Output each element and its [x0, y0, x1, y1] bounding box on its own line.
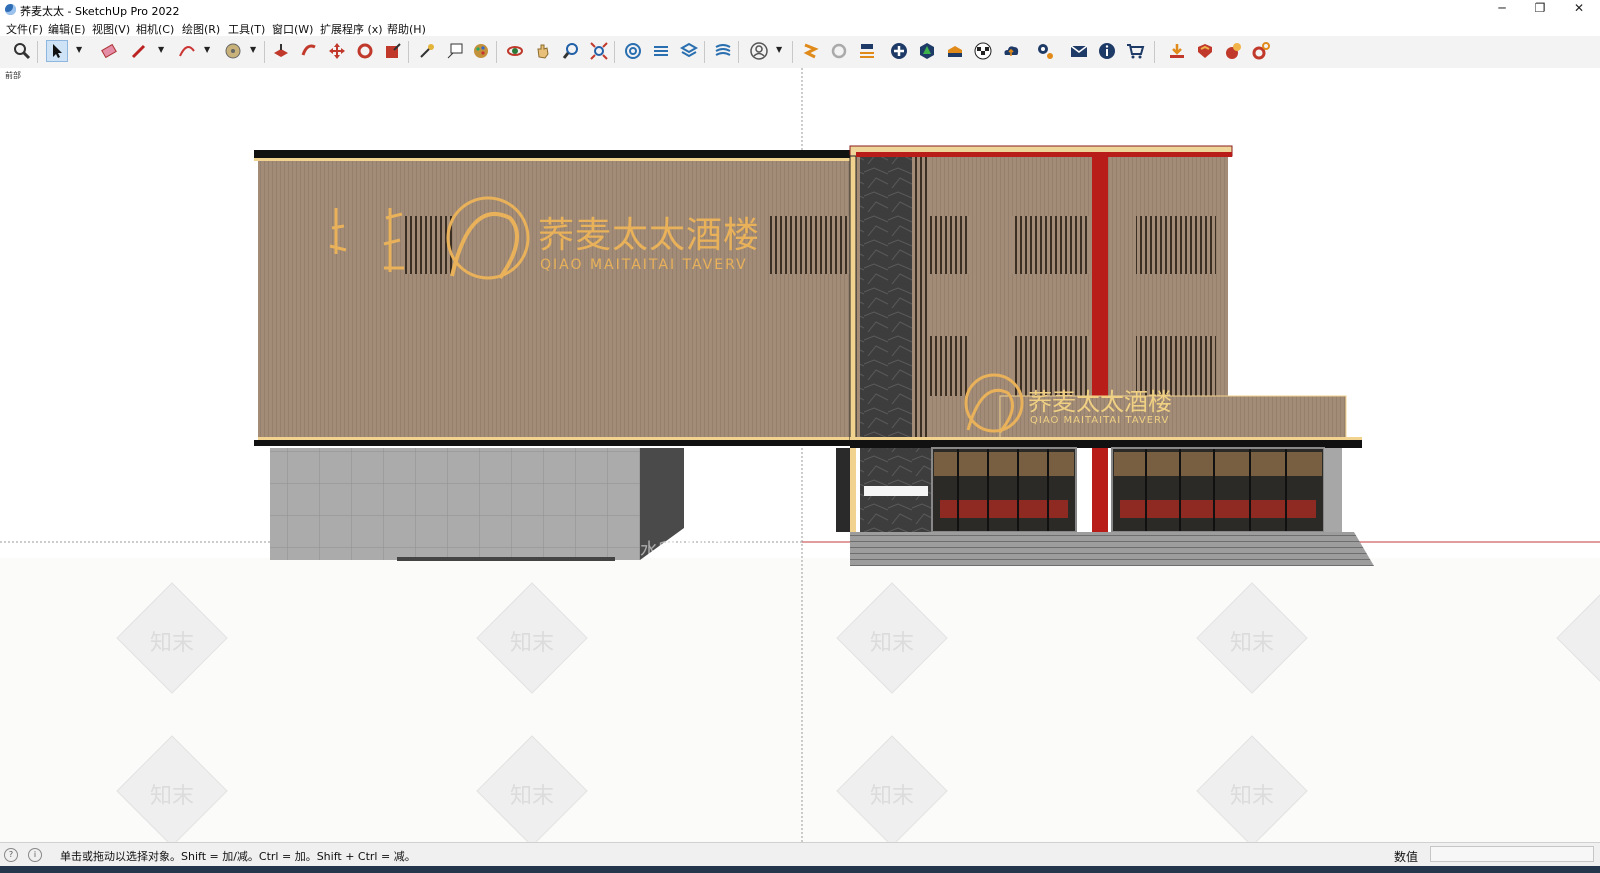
- ext-4-icon[interactable]: [944, 40, 966, 62]
- menu-help[interactable]: 帮助(H): [387, 21, 426, 37]
- pencil-icon[interactable]: [128, 40, 150, 62]
- sign-small-en: QIAO MAITAITAI TAVERV: [1030, 415, 1170, 426]
- watermark-text: 知末: [510, 784, 555, 809]
- mail-icon[interactable]: [1068, 40, 1090, 62]
- component-icon[interactable]: [622, 40, 644, 62]
- ext-refresh-icon[interactable]: [828, 40, 850, 62]
- overlay-caption: 水印部分影响: [640, 540, 748, 561]
- close-button[interactable]: ✕: [1561, 1, 1597, 18]
- chevron-down-icon[interactable]: ▼: [158, 46, 166, 54]
- watermark-text: 知末: [1230, 784, 1275, 809]
- cloud-icon[interactable]: [1000, 40, 1022, 62]
- text-icon[interactable]: [444, 40, 466, 62]
- menu-tools[interactable]: 工具(T): [228, 21, 265, 37]
- sandbox-icon[interactable]: [712, 40, 734, 62]
- menu-view[interactable]: 视图(V): [92, 21, 130, 37]
- status-hint: 单击或拖动以选择对象。Shift = 加/减。Ctrl = 加。Shift + …: [60, 850, 416, 863]
- minimize-button[interactable]: ─: [1484, 1, 1520, 18]
- ext-download-icon[interactable]: [1166, 40, 1188, 62]
- menu-draw[interactable]: 绘图(R): [182, 21, 220, 37]
- orbit-icon[interactable]: [504, 40, 526, 62]
- settings-icon[interactable]: [1034, 40, 1056, 62]
- drawing-viewport[interactable]: 荞麦太太酒楼 QIAO MAITAITAI TAVERV 荞麦太太酒楼 QIAO…: [0, 68, 1600, 842]
- sign-main-cn: 荞麦太太酒楼: [538, 215, 761, 256]
- follow-me-icon[interactable]: [298, 40, 320, 62]
- menu-camera[interactable]: 相机(C): [136, 21, 174, 37]
- menu-file[interactable]: 文件(F): [6, 21, 43, 37]
- sketchup-logo-icon: [5, 4, 16, 15]
- add-icon[interactable]: [888, 40, 910, 62]
- user-icon[interactable]: [748, 40, 770, 62]
- chevron-down-icon[interactable]: ▼: [250, 46, 258, 54]
- zoom-window-icon[interactable]: [560, 40, 582, 62]
- ext-3-icon[interactable]: [856, 40, 878, 62]
- ext-gear-icon[interactable]: [1250, 40, 1272, 62]
- ext-fire-icon[interactable]: [1222, 40, 1244, 62]
- watermark-text: 知末: [150, 631, 195, 656]
- push-pull-icon[interactable]: [270, 40, 292, 62]
- paint-icon[interactable]: [470, 40, 492, 62]
- measurements-label: 数值: [1394, 850, 1419, 864]
- checker-icon[interactable]: [972, 40, 994, 62]
- layer-icon[interactable]: [650, 40, 672, 62]
- eraser-icon[interactable]: [98, 40, 120, 62]
- info-icon[interactable]: [1096, 40, 1118, 62]
- sign-small-cn: 荞麦太太酒楼: [1028, 388, 1172, 416]
- watermark-text: 知末: [510, 631, 555, 656]
- layer-2-icon[interactable]: [678, 40, 700, 62]
- menu-bar: 文件(F) 编辑(E) 视图(V) 相机(C) 绘图(R) 工具(T) 窗口(W…: [0, 19, 1600, 36]
- select-icon[interactable]: [46, 40, 68, 62]
- rotate-icon[interactable]: [354, 40, 376, 62]
- sign-main-en: QIAO MAITAITAI TAVERV: [540, 257, 748, 273]
- status-bar: ? i 单击或拖动以选择对象。Shift = 加/减。Ctrl = 加。Shif…: [0, 842, 1600, 867]
- watermark-text: 知末: [870, 784, 915, 809]
- ext-1-icon[interactable]: [800, 40, 822, 62]
- menu-edit[interactable]: 编辑(E): [48, 21, 86, 37]
- chevron-down-icon[interactable]: ▼: [776, 46, 784, 54]
- zoom-extents-icon[interactable]: [588, 40, 610, 62]
- ext-shield-icon[interactable]: [1194, 40, 1216, 62]
- arc-icon[interactable]: [176, 40, 198, 62]
- restore-button[interactable]: ❐: [1522, 1, 1558, 18]
- geo-location-icon[interactable]: ?: [4, 848, 18, 862]
- window-title: 荞麦太太 - SketchUp Pro 2022: [20, 5, 180, 18]
- watermark-text: 知末: [150, 784, 195, 809]
- menu-window[interactable]: 窗口(W): [272, 21, 313, 37]
- scene-tab[interactable]: 前部: [5, 70, 21, 81]
- taskbar: [0, 866, 1600, 873]
- tree-icon[interactable]: [916, 40, 938, 62]
- menu-extensions[interactable]: 扩展程序 (x): [320, 21, 383, 37]
- tape-measure-icon[interactable]: [416, 40, 438, 62]
- title-bar: 荞麦太太 - SketchUp Pro 2022 ─ ❐ ✕: [0, 0, 1600, 19]
- watermark-text: 知末: [1230, 631, 1275, 656]
- measurements-input[interactable]: [1430, 846, 1594, 862]
- cart-icon[interactable]: [1124, 40, 1146, 62]
- move-icon[interactable]: [326, 40, 348, 62]
- paint-bucket-icon[interactable]: [222, 40, 244, 62]
- pan-icon[interactable]: [532, 40, 554, 62]
- scale-icon[interactable]: [382, 40, 404, 62]
- zoom-icon[interactable]: [11, 40, 33, 62]
- toolbar: ▼ ▼ ▼ ▼ ▼: [0, 36, 1600, 69]
- chevron-down-icon[interactable]: ▼: [204, 46, 212, 54]
- info-icon[interactable]: i: [28, 848, 42, 862]
- model-render: [0, 68, 1600, 842]
- chevron-down-icon[interactable]: ▼: [76, 46, 84, 54]
- watermark-text: 知末: [870, 631, 915, 656]
